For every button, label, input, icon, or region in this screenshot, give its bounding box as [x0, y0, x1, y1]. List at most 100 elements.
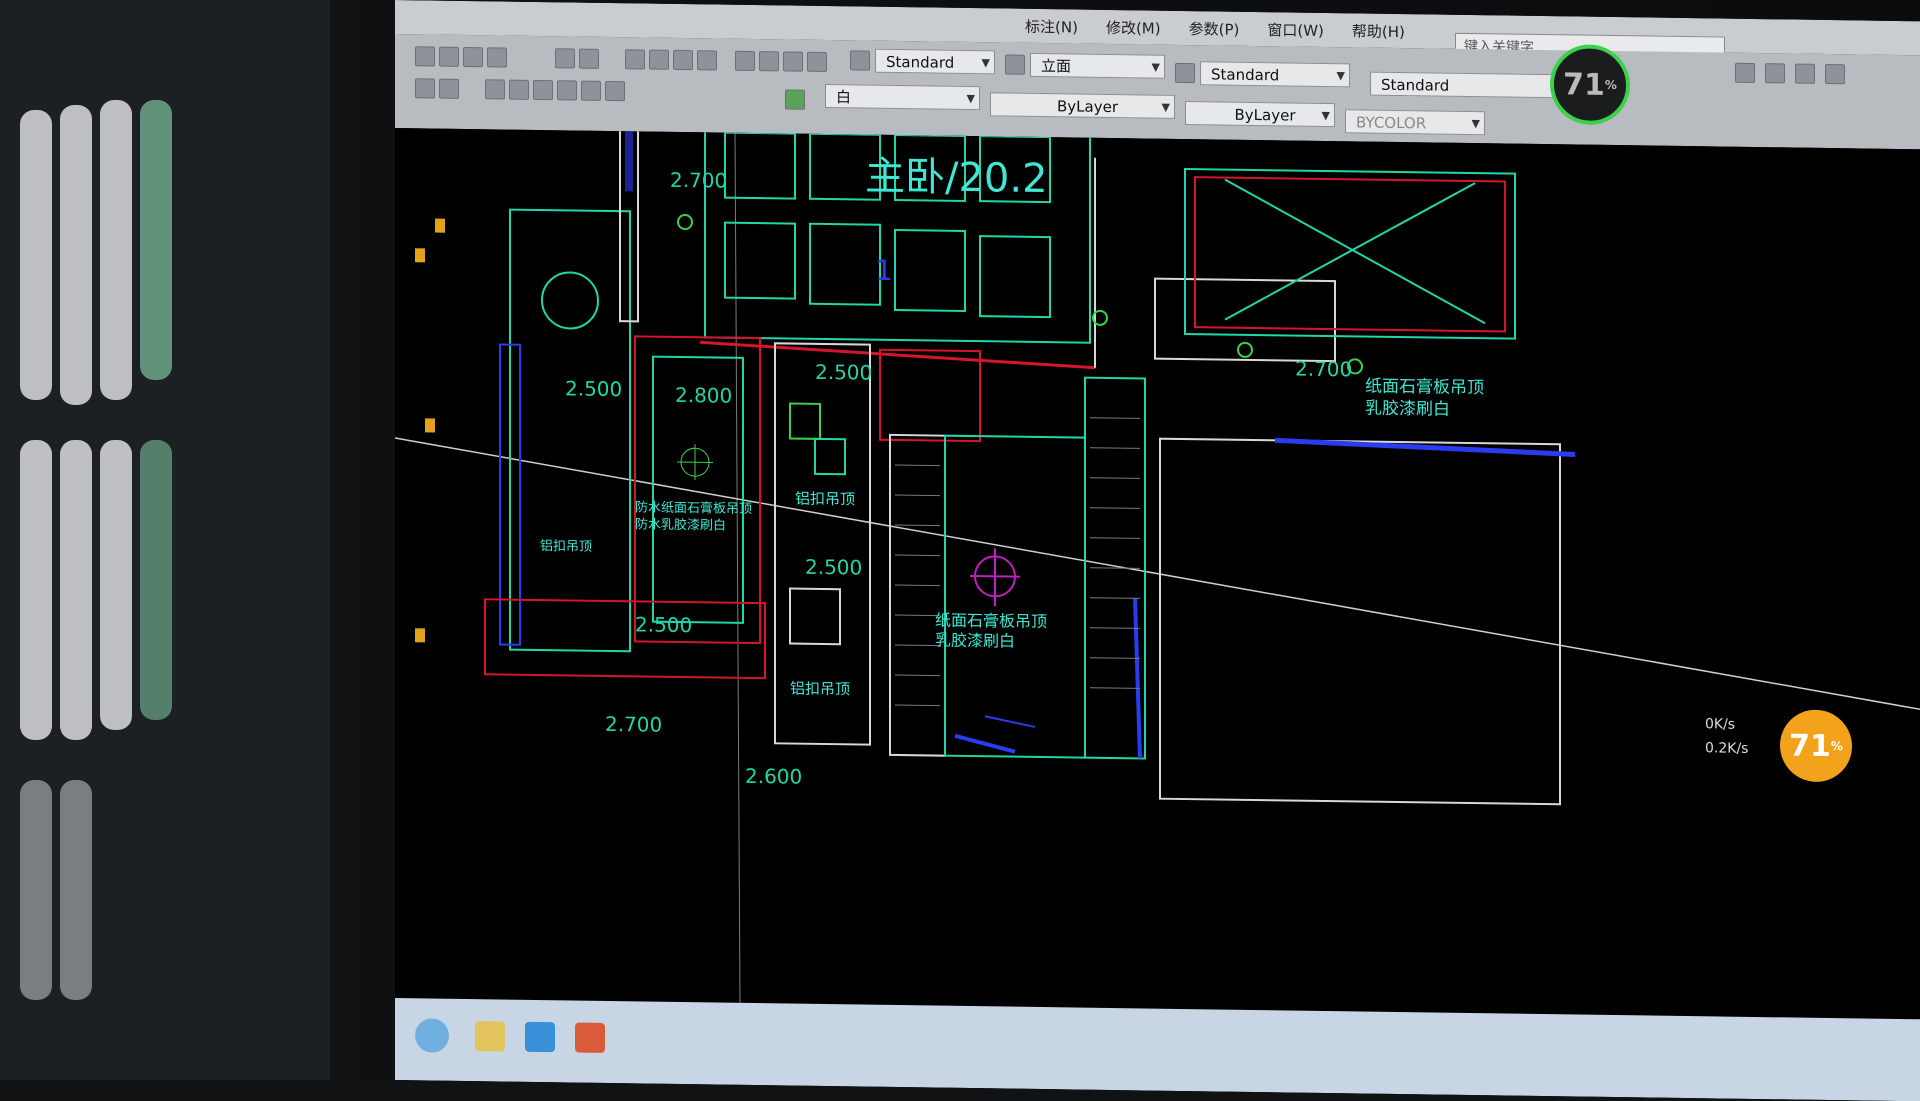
network-percent-unit: % — [1830, 739, 1843, 754]
text-style-value: Standard — [886, 52, 955, 72]
dim-style-value: 立面 — [1041, 57, 1072, 76]
ceiling-note: 纸面石膏板吊顶 — [935, 611, 1047, 632]
checkmark-icon[interactable] — [785, 89, 805, 110]
menu-item-help[interactable]: 帮助(H) — [1352, 20, 1405, 42]
menu-item-modify[interactable]: 修改(M) — [1106, 16, 1161, 38]
network-speed-gauge[interactable]: 71% — [1550, 44, 1630, 126]
menu-item-dimension[interactable]: 标注(N) — [1025, 15, 1078, 37]
dim-style-select[interactable]: 立面 ▼ — [1030, 52, 1165, 79]
new-icon[interactable] — [415, 46, 435, 67]
multileader-style-value: Standard — [1381, 75, 1450, 95]
zoom-all-icon[interactable] — [557, 80, 577, 101]
height-label: 2.700 — [605, 712, 662, 737]
floor-plan-light-fixture — [677, 444, 713, 481]
linetype-value: ByLayer — [1057, 97, 1118, 117]
light-fixture-icon — [1237, 341, 1253, 358]
stair-treads — [895, 417, 1140, 707]
ceiling-note: 铝扣吊顶 — [795, 490, 855, 509]
room-number: 1 — [875, 254, 893, 287]
taskbar-app-icon[interactable] — [525, 1021, 555, 1053]
zoom-extents-icon[interactable] — [485, 79, 505, 100]
crosshair-vertical — [734, 132, 741, 1003]
marker — [415, 248, 425, 263]
table-style-icon[interactable] — [1175, 62, 1195, 84]
zoom-in-icon[interactable] — [509, 79, 529, 100]
chevron-down-icon: ▼ — [981, 56, 990, 70]
chevron-down-icon: ▼ — [1151, 60, 1160, 74]
menu-item-parameter[interactable]: 参数(P) — [1189, 18, 1240, 40]
network-percent-unit: % — [1604, 77, 1617, 93]
ceiling-note: 乳胶漆刷白 — [1365, 399, 1450, 420]
dim-style-icon[interactable] — [1005, 54, 1025, 75]
binder-spine — [100, 440, 132, 730]
layer-select[interactable]: 白 ▼ — [825, 84, 980, 111]
height-label: 2.700 — [1295, 357, 1352, 382]
height-label: 2.500 — [805, 555, 862, 580]
height-label: 2.700 — [670, 168, 727, 193]
start-button[interactable] — [415, 1018, 449, 1053]
layer-manager-icon[interactable] — [415, 78, 435, 99]
pan-icon[interactable] — [625, 49, 645, 70]
ceiling-note: 乳胶漆刷白 — [935, 631, 1015, 651]
chevron-down-icon: ▼ — [966, 91, 975, 106]
binder-spine — [20, 780, 52, 1000]
height-label: 2.500 — [565, 376, 622, 401]
marker — [415, 628, 425, 643]
binder-spine — [140, 440, 172, 720]
upload-speed: 0K/s — [1705, 716, 1736, 733]
zoom-window-icon[interactable] — [673, 49, 693, 71]
info-icon[interactable] — [1825, 63, 1845, 85]
linetype-select[interactable]: ByLayer ▼ — [990, 92, 1175, 119]
zoom-out-icon[interactable] — [533, 79, 553, 101]
text-style-icon[interactable] — [850, 50, 870, 71]
lineweight-value: ByLayer — [1234, 105, 1296, 125]
binder-spine — [60, 440, 92, 740]
undo-icon[interactable] — [555, 48, 575, 69]
arrow-indicator — [984, 715, 1036, 728]
open-icon[interactable] — [439, 46, 459, 67]
print-icon[interactable] — [487, 47, 507, 68]
layer-state-icon[interactable] — [439, 78, 459, 99]
room-label: 主卧/20.2 — [865, 154, 1048, 203]
menu-item-window[interactable]: 窗口(W) — [1267, 19, 1324, 41]
light-fixture-icon — [677, 214, 693, 231]
expand-icon[interactable] — [1735, 62, 1755, 83]
plotstyle-value: BYCOLOR — [1356, 113, 1427, 133]
help-icon[interactable] — [807, 51, 827, 73]
zoom-center-icon[interactable] — [605, 80, 625, 102]
layer-value: 白 — [836, 88, 852, 107]
text-style-select[interactable]: Standard ▼ — [875, 48, 995, 75]
plotstyle-select[interactable]: BYCOLOR ▼ — [1345, 109, 1485, 136]
ceiling-light-target — [970, 548, 1020, 607]
star-icon[interactable] — [1795, 63, 1815, 84]
binder-spine — [100, 100, 132, 400]
height-label: 2.600 — [745, 764, 802, 789]
height-label: 2.500 — [815, 360, 872, 385]
taskbar-app-icon[interactable] — [575, 1022, 605, 1053]
lineweight-select[interactable]: ByLayer ▼ — [1185, 101, 1335, 128]
tool-palettes-icon[interactable] — [783, 51, 803, 72]
zoom-previous-icon[interactable] — [697, 50, 717, 71]
properties-icon[interactable] — [735, 50, 755, 72]
multileader-style-select[interactable]: Standard▼ — [1370, 71, 1570, 99]
network-percent: 71 — [1789, 727, 1831, 764]
table-style-select[interactable]: Standard ▼ — [1200, 61, 1350, 88]
redo-icon[interactable] — [579, 48, 599, 69]
save-icon[interactable] — [463, 46, 483, 68]
height-label: 2.500 — [635, 612, 692, 637]
crosshair-horizontal — [395, 437, 1920, 711]
network-speed-widget[interactable]: 71% — [1780, 709, 1852, 783]
zoom-scale-icon[interactable] — [581, 80, 601, 101]
cad-drawing-canvas[interactable]: 主卧/20.2 1 2.700 2.500 2.500 2.800 2.500 … — [395, 120, 1920, 1020]
binder-spine — [60, 105, 92, 405]
floor-plan: 主卧/20.2 1 2.700 2.500 2.500 2.800 2.500 … — [395, 120, 1920, 1003]
tool-icon[interactable] — [1765, 63, 1785, 84]
taskbar-app-icon[interactable] — [475, 1021, 505, 1052]
stair-corridor — [879, 277, 1576, 806]
design-center-icon[interactable] — [759, 51, 779, 72]
marker — [425, 418, 435, 433]
ceiling-note: 防水乳胶漆刷白 — [635, 516, 726, 533]
ceiling-note: 铝扣吊顶 — [540, 539, 592, 555]
download-speed: 0.2K/s — [1705, 740, 1749, 757]
zoom-realtime-icon[interactable] — [649, 49, 669, 70]
